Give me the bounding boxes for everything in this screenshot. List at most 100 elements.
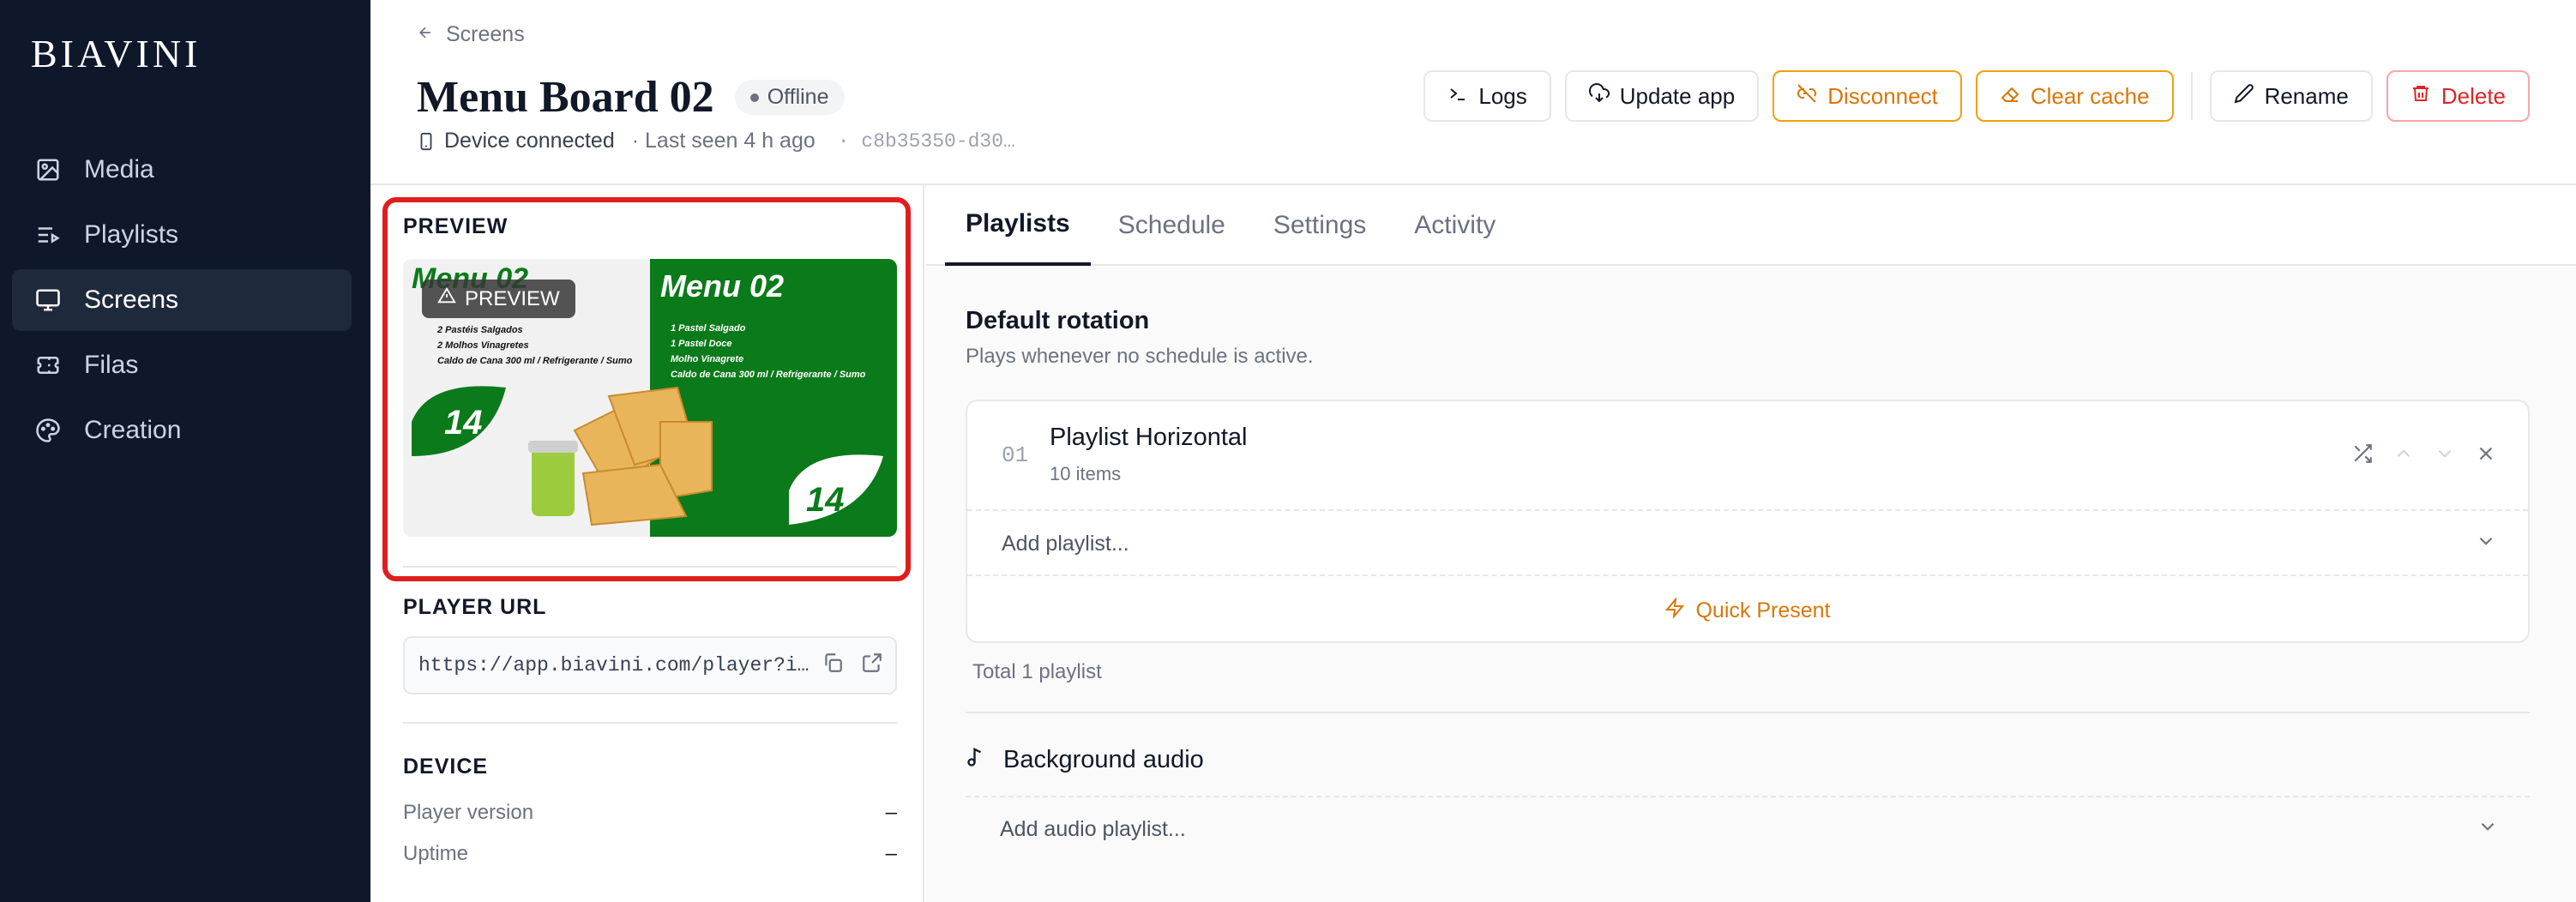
breadcrumb[interactable]: Screens bbox=[417, 22, 525, 47]
logs-button[interactable]: Logs bbox=[1423, 70, 1551, 122]
menu-item-right: Molho Vinagrete bbox=[671, 354, 743, 364]
lightning-icon bbox=[1664, 596, 1685, 624]
tab-settings[interactable]: Settings bbox=[1253, 185, 1387, 266]
playlist-row[interactable]: 01 Playlist Horizontal 10 items bbox=[967, 401, 2528, 511]
playlist-index: 01 bbox=[1002, 442, 1029, 468]
device-icon bbox=[417, 131, 436, 152]
breadcrumb-label: Screens bbox=[446, 22, 525, 46]
status-dot bbox=[749, 93, 759, 102]
terminal-icon bbox=[1447, 83, 1468, 110]
main-content: Screens Menu Board 02 Offline Device con… bbox=[370, 0, 2576, 902]
divider bbox=[2190, 72, 2193, 120]
device-meta: Device connected · Last seen 4 h ago · c… bbox=[417, 129, 1015, 153]
screen-preview-image[interactable]: Menu 02 Menu 02 2 Pastéis Salgados 2 Mol… bbox=[403, 259, 897, 537]
menu-item-left: Caldo de Cana 300 ml / Refrigerante / Su… bbox=[437, 356, 633, 366]
preview-section-title: PREVIEW bbox=[403, 214, 509, 238]
update-app-button-label: Update app bbox=[1619, 82, 1736, 109]
menu-item-right: 1 Pastel Salgado bbox=[671, 323, 746, 334]
close-icon[interactable] bbox=[2475, 442, 2497, 469]
header-actions: Logs Update app Disconnect Clear cache R… bbox=[1423, 70, 2530, 122]
sidebar-nav: Media Playlists Screens Filas Creation bbox=[12, 139, 352, 465]
playlist-item-count: 10 items bbox=[1050, 463, 1122, 484]
chevron-up-icon[interactable] bbox=[2392, 442, 2415, 469]
menu-item-left: 2 Molhos Vinagretes bbox=[436, 340, 529, 351]
tab-bar: Playlists Schedule Settings Activity bbox=[926, 185, 2576, 266]
quick-present-button[interactable]: Quick Present bbox=[967, 578, 2528, 643]
logs-button-label: Logs bbox=[1478, 82, 1527, 109]
delete-button[interactable]: Delete bbox=[2386, 70, 2530, 122]
clear-cache-button[interactable]: Clear cache bbox=[1975, 70, 2174, 122]
sidebar-item-label: Screens bbox=[84, 286, 179, 314]
chevron-down-icon bbox=[2477, 815, 2499, 844]
add-playlist-select[interactable]: Add playlist... bbox=[967, 513, 2528, 576]
sidebar-item-playlists[interactable]: Playlists bbox=[12, 204, 352, 266]
add-playlist-placeholder: Add playlist... bbox=[1002, 531, 1129, 556]
device-row-uptime: Uptime – bbox=[403, 842, 897, 866]
device-id[interactable]: · c8b35350-d30… bbox=[838, 130, 1015, 153]
price-right: 14 bbox=[806, 481, 845, 519]
chevron-down-icon[interactable] bbox=[2434, 442, 2456, 469]
playlist-icon bbox=[34, 221, 62, 249]
update-app-button[interactable]: Update app bbox=[1564, 70, 1760, 122]
unlink-icon bbox=[1797, 83, 1817, 110]
status-badge: Offline bbox=[734, 80, 845, 115]
external-link-icon[interactable] bbox=[861, 652, 883, 680]
palette-icon bbox=[34, 417, 62, 444]
sidebar-item-creation[interactable]: Creation bbox=[12, 400, 352, 461]
pencil-icon bbox=[2234, 83, 2254, 110]
device-row-label: Uptime bbox=[403, 842, 469, 865]
tab-playlists[interactable]: Playlists bbox=[945, 185, 1091, 266]
trash-icon bbox=[2410, 83, 2431, 110]
sidebar-item-label: Media bbox=[84, 155, 154, 183]
background-audio-title: Background audio bbox=[966, 744, 1204, 775]
sidebar-item-label: Playlists bbox=[84, 220, 179, 249]
status-label: Offline bbox=[767, 85, 829, 109]
juice-glass bbox=[532, 448, 575, 516]
brand-logo[interactable]: BIAVINI bbox=[31, 31, 201, 76]
sidebar-item-screens[interactable]: Screens bbox=[12, 269, 352, 331]
rename-button-label: Rename bbox=[2264, 82, 2349, 109]
sidebar-item-filas[interactable]: Filas bbox=[12, 334, 352, 396]
rename-button[interactable]: Rename bbox=[2209, 70, 2373, 122]
background-audio-label: Background audio bbox=[1003, 745, 1204, 773]
device-section-title: DEVICE bbox=[403, 755, 489, 779]
tab-activity[interactable]: Activity bbox=[1393, 185, 1516, 266]
player-url-field[interactable]: https://app.biavini.com/player?id=c8b353… bbox=[403, 636, 897, 695]
tab-schedule[interactable]: Schedule bbox=[1098, 185, 1246, 266]
playlists-panel: Playlists Schedule Settings Activity Def… bbox=[926, 185, 2576, 902]
device-row-player-version: Player version – bbox=[403, 801, 897, 825]
arrow-left-icon bbox=[417, 22, 434, 47]
menu-heading-right: Menu 02 bbox=[660, 268, 784, 304]
sidebar-item-media[interactable]: Media bbox=[12, 139, 352, 201]
device-connected-label: Device connected bbox=[444, 129, 615, 153]
menu-item-right: 1 Pastel Doce bbox=[671, 339, 732, 349]
disconnect-button[interactable]: Disconnect bbox=[1773, 70, 1962, 122]
clear-cache-button-label: Clear cache bbox=[2030, 82, 2150, 109]
rotation-card: 01 Playlist Horizontal 10 items Add play… bbox=[966, 400, 2530, 643]
playlist-total: Total 1 playlist bbox=[972, 660, 1102, 683]
section-divider bbox=[403, 722, 897, 724]
title-row: Menu Board 02 Offline bbox=[417, 72, 845, 123]
device-details-panel: PREVIEW Menu 02 Menu 02 2 Pastéis Salgad… bbox=[370, 185, 924, 902]
menu-item-right: Caldo de Cana 300 ml / Refrigerante / Su… bbox=[671, 370, 866, 380]
section-divider bbox=[966, 712, 2530, 713]
eraser-icon bbox=[2000, 83, 2020, 110]
juice-lid bbox=[528, 441, 578, 453]
warning-icon bbox=[437, 286, 456, 311]
image-icon bbox=[34, 156, 62, 183]
music-note-icon bbox=[966, 744, 990, 775]
copy-icon[interactable] bbox=[822, 652, 844, 680]
menu-item-left: 2 Pastéis Salgados bbox=[436, 325, 523, 335]
price-left: 14 bbox=[444, 404, 483, 442]
player-url-title: PLAYER URL bbox=[403, 595, 547, 619]
section-divider bbox=[403, 566, 897, 568]
delete-button-label: Delete bbox=[2441, 82, 2506, 109]
chevron-down-icon bbox=[2475, 530, 2497, 558]
add-audio-playlist-select[interactable]: Add audio playlist... bbox=[966, 796, 2530, 861]
page-title: Menu Board 02 bbox=[417, 73, 714, 122]
cloud-download-icon bbox=[1588, 82, 1610, 110]
sidebar-item-label: Creation bbox=[84, 416, 182, 444]
player-url-value[interactable]: https://app.biavini.com/player?id=c8b353… bbox=[418, 654, 813, 676]
shuffle-icon[interactable] bbox=[2351, 442, 2374, 469]
add-audio-placeholder: Add audio playlist... bbox=[1000, 816, 1186, 841]
